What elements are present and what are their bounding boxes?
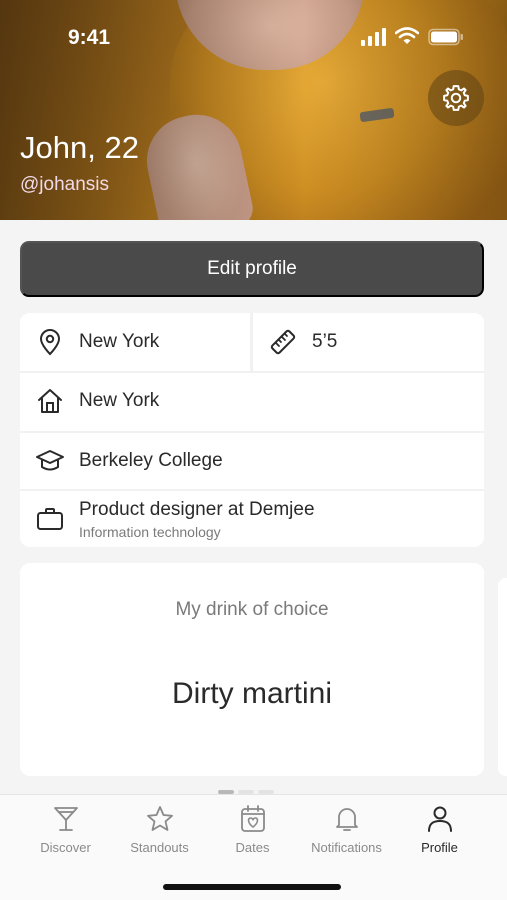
- location-text: New York: [79, 331, 160, 352]
- profile-name: John, 22: [20, 130, 139, 165]
- bell-icon: [335, 808, 358, 831]
- edit-profile-button[interactable]: Edit profile: [20, 241, 484, 297]
- profile-handle: @johansis: [20, 174, 109, 195]
- home-icon: [38, 389, 62, 413]
- calendar-heart-icon: [240, 805, 265, 832]
- cocktail-glass-icon: [53, 807, 78, 831]
- info-location: New York: [20, 313, 250, 371]
- graduation-cap-icon: [36, 450, 64, 471]
- location-pin-icon: [39, 329, 61, 356]
- prompt-answer: Dirty martini: [171, 677, 332, 710]
- work-industry: Information technology: [79, 523, 221, 540]
- hometown-text: New York: [79, 390, 160, 411]
- info-row-location-height: New York 5’5: [20, 313, 484, 371]
- profile-info-card: New York 5’5 New York Berkeley College P…: [20, 313, 484, 547]
- status-bar: 9:41: [0, 0, 507, 70]
- tab-standouts[interactable]: Standouts: [112, 803, 207, 863]
- home-indicator[interactable]: [163, 884, 341, 890]
- info-height: 5’5: [253, 313, 484, 371]
- education-text: Berkeley College: [79, 450, 223, 471]
- work-title: Product designer at Demjee: [79, 498, 315, 520]
- tab-dates[interactable]: Dates: [205, 803, 300, 863]
- tab-label: Dates: [235, 840, 270, 855]
- info-hometown: New York: [20, 371, 484, 429]
- tab-label: Notifications: [311, 840, 382, 855]
- person-icon: [427, 806, 452, 832]
- tab-profile[interactable]: Profile: [392, 803, 487, 863]
- signal-icon: [361, 28, 386, 46]
- gear-icon: [443, 85, 469, 111]
- tab-discover[interactable]: Discover: [18, 803, 113, 863]
- info-work: Product designer at Demjee Information t…: [20, 489, 484, 547]
- tab-label: Standouts: [130, 840, 189, 855]
- tab-notifications[interactable]: Notifications: [299, 803, 394, 863]
- star-icon: [146, 806, 173, 831]
- work-text-group: Product designer at Demjee Information t…: [79, 499, 315, 540]
- ruler-icon: [270, 329, 296, 355]
- prompt-card[interactable]: My drink of choice Dirty martini: [20, 563, 484, 776]
- height-text: 5’5: [312, 331, 338, 352]
- tab-label: Profile: [421, 840, 458, 855]
- next-prompt-card-peek[interactable]: [498, 578, 507, 776]
- briefcase-icon: [37, 508, 63, 530]
- info-education: Berkeley College: [20, 431, 484, 489]
- tab-label: Discover: [40, 840, 91, 855]
- battery-icon: [428, 28, 463, 46]
- status-time: 9:41: [68, 26, 111, 49]
- settings-button[interactable]: [428, 70, 484, 126]
- prompt-question: My drink of choice: [175, 599, 329, 620]
- wifi-icon: [395, 27, 419, 44]
